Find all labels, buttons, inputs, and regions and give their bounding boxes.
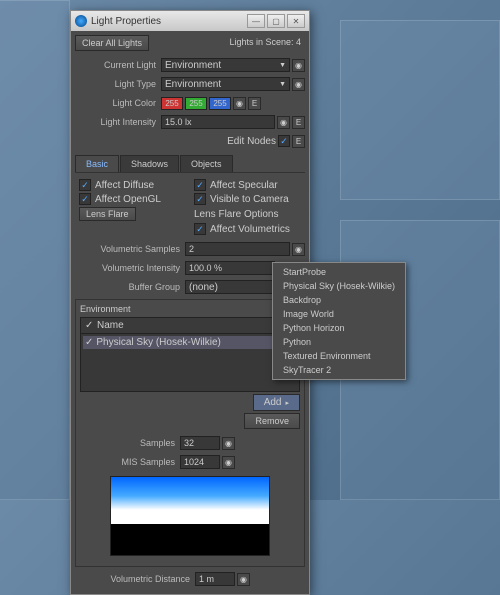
lens-flare-options-label: Lens Flare Options — [194, 209, 279, 220]
app-icon — [75, 15, 87, 27]
remove-button[interactable]: Remove — [244, 413, 300, 429]
current-light-select[interactable]: Environment▼ — [161, 58, 290, 72]
volumetric-distance-label: Volumetric Distance — [75, 574, 195, 584]
menu-item[interactable]: Python Horizon — [273, 321, 405, 335]
eye-icon[interactable]: ◉ — [233, 97, 246, 110]
envelope-button[interactable]: E — [248, 97, 261, 110]
volumetric-samples-input[interactable]: 2 — [185, 242, 290, 256]
affect-opengl-checkbox[interactable] — [79, 193, 91, 205]
light-intensity-input[interactable]: 15.0 lx — [161, 115, 275, 129]
name-column-header: Name — [97, 320, 124, 331]
menu-item[interactable]: Python — [273, 335, 405, 349]
color-b-input[interactable]: 255 — [209, 97, 231, 110]
mis-samples-input[interactable]: 1024 — [180, 455, 220, 469]
eye-icon[interactable]: ◉ — [292, 243, 305, 256]
light-color-label: Light Color — [75, 98, 161, 108]
current-light-label: Current Light — [75, 60, 161, 70]
close-button[interactable]: ✕ — [287, 14, 305, 28]
samples-label: Samples — [80, 438, 180, 448]
affect-specular-label: Affect Specular — [210, 180, 278, 191]
affect-specular-checkbox[interactable] — [194, 179, 206, 191]
tabs: Basic Shadows Objects — [75, 155, 305, 173]
add-button[interactable]: Add▸ — [253, 394, 300, 411]
maximize-button[interactable]: ▢ — [267, 14, 285, 28]
edit-nodes-checkbox[interactable] — [278, 135, 290, 147]
add-context-menu[interactable]: StartProbe Physical Sky (Hosek-Wilkie) B… — [272, 262, 406, 380]
samples-input[interactable]: 32 — [180, 436, 220, 450]
clear-all-lights-button[interactable]: Clear All Lights — [75, 35, 149, 51]
tab-objects[interactable]: Objects — [180, 155, 233, 172]
titlebar[interactable]: Light Properties — ▢ ✕ — [71, 11, 309, 31]
list-item[interactable]: ✓Physical Sky (Hosek-Wilkie) — [83, 336, 297, 349]
visible-camera-label: Visible to Camera — [210, 194, 289, 205]
menu-item[interactable]: SkyTracer 2 — [273, 363, 405, 377]
lens-flare-button[interactable]: Lens Flare — [79, 207, 136, 221]
lights-in-scene-label: Lights in Scene: 4 — [225, 35, 305, 51]
environment-title: Environment — [80, 304, 300, 314]
visible-camera-checkbox[interactable] — [194, 193, 206, 205]
eye-icon[interactable]: ◉ — [237, 573, 250, 586]
eye-icon[interactable]: ◉ — [222, 437, 235, 450]
tab-basic[interactable]: Basic — [75, 155, 119, 172]
menu-item[interactable]: StartProbe — [273, 265, 405, 279]
minimize-button[interactable]: — — [247, 14, 265, 28]
menu-item[interactable]: Physical Sky (Hosek-Wilkie) — [273, 279, 405, 293]
volumetric-samples-label: Volumetric Samples — [75, 244, 185, 254]
window-title: Light Properties — [91, 16, 245, 27]
menu-item[interactable]: Textured Environment — [273, 349, 405, 363]
light-intensity-label: Light Intensity — [75, 117, 161, 127]
env-list-header: ✓Name — [80, 317, 300, 334]
eye-icon[interactable]: ◉ — [292, 78, 305, 91]
env-list[interactable]: ✓Physical Sky (Hosek-Wilkie) — [80, 334, 300, 392]
light-type-select[interactable]: Environment▼ — [161, 77, 290, 91]
tab-shadows[interactable]: Shadows — [120, 155, 179, 172]
edit-nodes-button[interactable]: E — [292, 135, 305, 148]
affect-diffuse-label: Affect Diffuse — [95, 180, 154, 191]
menu-item[interactable]: Image World — [273, 307, 405, 321]
buffer-group-label: Buffer Group — [75, 282, 185, 292]
envelope-button[interactable]: E — [292, 116, 305, 129]
volumetric-distance-input[interactable]: 1 m — [195, 572, 235, 586]
affect-opengl-label: Affect OpenGL — [95, 194, 161, 205]
color-g-input[interactable]: 255 — [185, 97, 207, 110]
edit-nodes-label: Edit Nodes — [227, 136, 276, 147]
affect-volumetrics-checkbox[interactable] — [194, 223, 206, 235]
eye-icon[interactable]: ◉ — [292, 59, 305, 72]
environment-preview — [110, 476, 270, 556]
eye-icon[interactable]: ◉ — [277, 116, 290, 129]
eye-icon[interactable]: ◉ — [222, 456, 235, 469]
color-r-input[interactable]: 255 — [161, 97, 183, 110]
light-type-label: Light Type — [75, 79, 161, 89]
affect-volumetrics-label: Affect Volumetrics — [210, 224, 290, 235]
environment-section: Environment ✓Name ✓Physical Sky (Hosek-W… — [75, 299, 305, 567]
volumetric-intensity-label: Volumetric Intensity — [75, 263, 185, 273]
volumetric-intensity-input[interactable]: 100.0 % — [185, 261, 275, 275]
mis-samples-label: MIS Samples — [80, 457, 180, 467]
affect-diffuse-checkbox[interactable] — [79, 179, 91, 191]
menu-item[interactable]: Backdrop — [273, 293, 405, 307]
